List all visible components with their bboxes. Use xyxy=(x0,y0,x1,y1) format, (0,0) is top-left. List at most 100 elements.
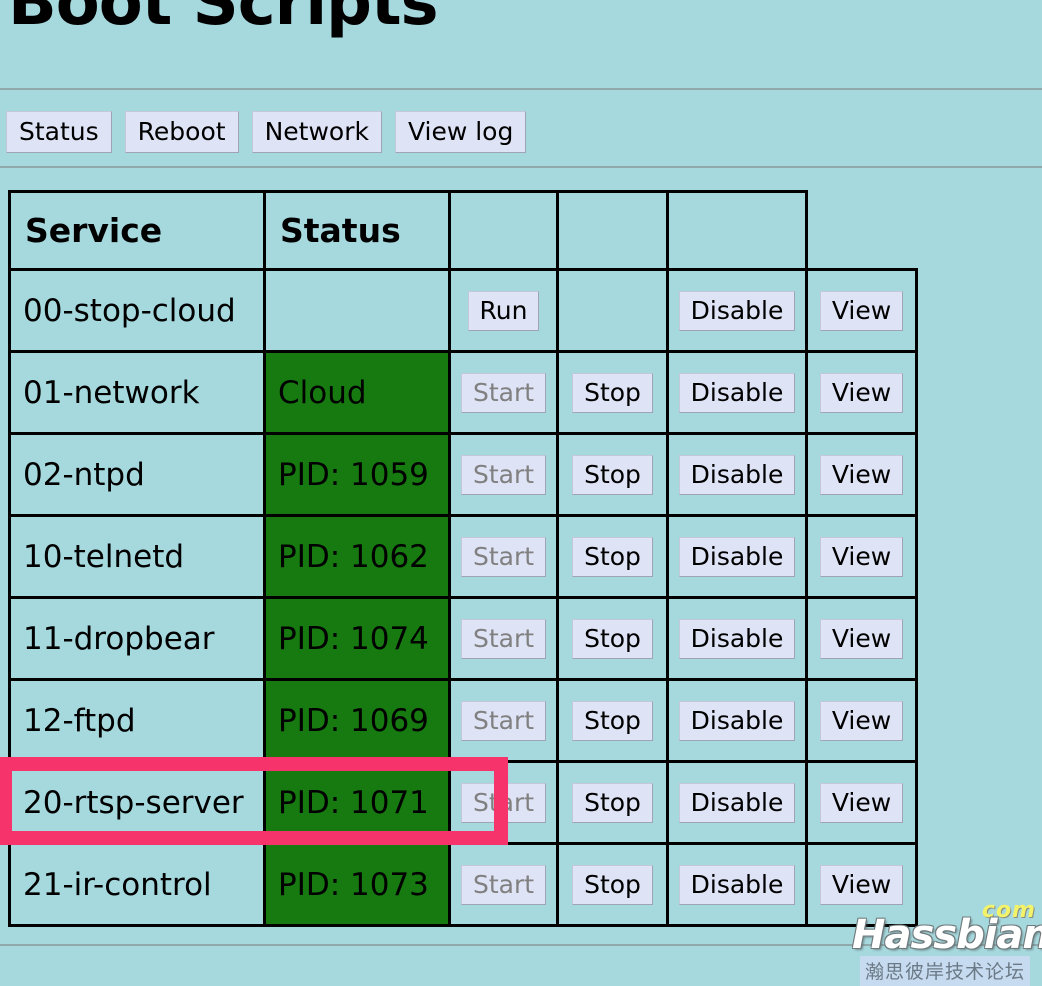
action-cell: Disable xyxy=(666,268,808,353)
action-cell: Disable xyxy=(666,596,808,681)
watermark-chinese-text: 瀚思彼岸技术论坛 xyxy=(860,956,1031,986)
table-row: 20-rtsp-server PID: 1071 Start Stop Disable V… xyxy=(8,760,918,845)
action-button-view[interactable]: View xyxy=(819,372,904,413)
action-button-disable[interactable]: Disable xyxy=(678,700,796,741)
service-name-cell: 20-rtsp-server xyxy=(8,760,266,845)
action-button-disable[interactable]: Disable xyxy=(678,290,796,331)
action-cell: Stop xyxy=(556,350,669,435)
action-button-stop[interactable]: Stop xyxy=(572,700,653,741)
action-cell: Stop xyxy=(556,842,669,927)
action-cell: Stop xyxy=(556,596,669,681)
service-status-cell xyxy=(263,268,451,353)
action-button-stop[interactable]: Stop xyxy=(572,536,653,577)
action-cell: View xyxy=(805,596,918,681)
action-cell: Disable xyxy=(666,514,808,599)
action-cell: Start xyxy=(448,432,559,517)
action-cell: Start xyxy=(448,596,559,681)
table-row: 11-dropbear PID: 1074 Start Stop Disable View xyxy=(8,596,918,681)
action-cell: Stop xyxy=(556,760,669,845)
service-name-cell: 21-ir-control xyxy=(8,842,266,927)
action-cell: View xyxy=(805,268,918,353)
action-cell: Start xyxy=(448,842,559,927)
action-button-disable[interactable]: Disable xyxy=(678,454,796,495)
nav-button-status[interactable]: Status xyxy=(6,111,112,153)
nav-toolbar: Status Reboot Network View log xyxy=(6,111,527,153)
service-name-cell: 12-ftpd xyxy=(8,678,266,763)
action-cell: Disable xyxy=(666,350,808,435)
action-button-view[interactable]: View xyxy=(819,782,904,823)
service-name-cell: 02-ntpd xyxy=(8,432,266,517)
table-row: 00-stop-cloud Run Disable View xyxy=(8,268,918,353)
table-row: 21-ir-control PID: 1073 Start Stop Disable Vi… xyxy=(8,842,918,927)
action-cell: Stop xyxy=(556,678,669,763)
action-button-disable[interactable]: Disable xyxy=(678,536,796,577)
action-button-view[interactable]: View xyxy=(819,290,904,331)
action-button-view[interactable]: View xyxy=(819,700,904,741)
service-name-cell: 01-network xyxy=(8,350,266,435)
service-name-cell: 11-dropbear xyxy=(8,596,266,681)
column-header-status: Status xyxy=(263,190,451,271)
action-cell: View xyxy=(805,432,918,517)
action-cell: Start xyxy=(448,760,559,845)
action-cell: View xyxy=(805,350,918,435)
action-button-start: Start xyxy=(460,618,547,659)
action-cell: Start xyxy=(448,350,559,435)
service-status-cell: PID: 1062 xyxy=(263,514,451,599)
action-cell: Start xyxy=(448,678,559,763)
action-button-start: Start xyxy=(460,782,547,823)
action-button-stop[interactable]: Stop xyxy=(572,618,653,659)
action-button-start: Start xyxy=(460,536,547,577)
action-cell: Disable xyxy=(666,842,808,927)
table-row: 10-telnetd PID: 1062 Start Stop Disable View xyxy=(8,514,918,599)
action-cell: View xyxy=(805,760,918,845)
action-cell: View xyxy=(805,514,918,599)
service-status-cell: PID: 1074 xyxy=(263,596,451,681)
action-cell: Stop xyxy=(556,514,669,599)
action-cell: Start xyxy=(448,514,559,599)
service-status-cell: PID: 1059 xyxy=(263,432,451,517)
action-button-disable[interactable]: Disable xyxy=(678,782,796,823)
action-button-view[interactable]: View xyxy=(819,864,904,905)
action-button-disable[interactable]: Disable xyxy=(678,372,796,413)
action-cell: View xyxy=(805,842,918,927)
action-button-stop[interactable]: Stop xyxy=(572,782,653,823)
action-cell: View xyxy=(805,678,918,763)
service-name-cell: 00-stop-cloud xyxy=(8,268,266,353)
table-row: 02-ntpd PID: 1059 Start Stop Disable View xyxy=(8,432,918,517)
action-button-disable[interactable]: Disable xyxy=(678,864,796,905)
column-header-blank-1 xyxy=(448,190,559,271)
action-button-start: Start xyxy=(460,700,547,741)
divider-top xyxy=(0,88,1042,90)
table-header-row: Service Status xyxy=(8,190,917,271)
nav-button-view-log[interactable]: View log xyxy=(394,111,527,153)
column-header-blank-2 xyxy=(556,190,669,271)
action-button-stop[interactable]: Stop xyxy=(572,864,653,905)
action-cell: Disable xyxy=(666,760,808,845)
page-title: Boot Scripts xyxy=(8,0,439,40)
divider-below-nav xyxy=(0,166,1042,168)
service-status-cell: PID: 1073 xyxy=(263,842,451,927)
action-button-view[interactable]: View xyxy=(819,536,904,577)
divider-footer xyxy=(0,944,1042,946)
action-cell: Disable xyxy=(666,678,808,763)
nav-button-reboot[interactable]: Reboot xyxy=(124,111,239,153)
nav-button-network[interactable]: Network xyxy=(251,111,382,153)
watermark-com: com xyxy=(981,898,1036,923)
action-cell xyxy=(556,268,669,353)
service-status-cell: Cloud xyxy=(263,350,451,435)
table-row: 01-network Cloud Start Stop Disable View xyxy=(8,350,918,435)
services-table-body: 00-stop-cloud Run Disable View 01-network Clo… xyxy=(8,268,918,927)
action-button-view[interactable]: View xyxy=(819,618,904,659)
action-button-view[interactable]: View xyxy=(819,454,904,495)
service-status-cell: PID: 1069 xyxy=(263,678,451,763)
service-status-cell: PID: 1071 xyxy=(263,760,451,845)
column-header-service: Service xyxy=(8,190,266,271)
action-button-start: Start xyxy=(460,864,547,905)
action-button-disable[interactable]: Disable xyxy=(678,618,796,659)
action-button-start: Start xyxy=(460,454,547,495)
action-button-run[interactable]: Run xyxy=(467,290,540,331)
action-button-stop[interactable]: Stop xyxy=(572,454,653,495)
service-name-cell: 10-telnetd xyxy=(8,514,266,599)
table-row: 12-ftpd PID: 1069 Start Stop Disable View xyxy=(8,678,918,763)
action-button-stop[interactable]: Stop xyxy=(572,372,653,413)
